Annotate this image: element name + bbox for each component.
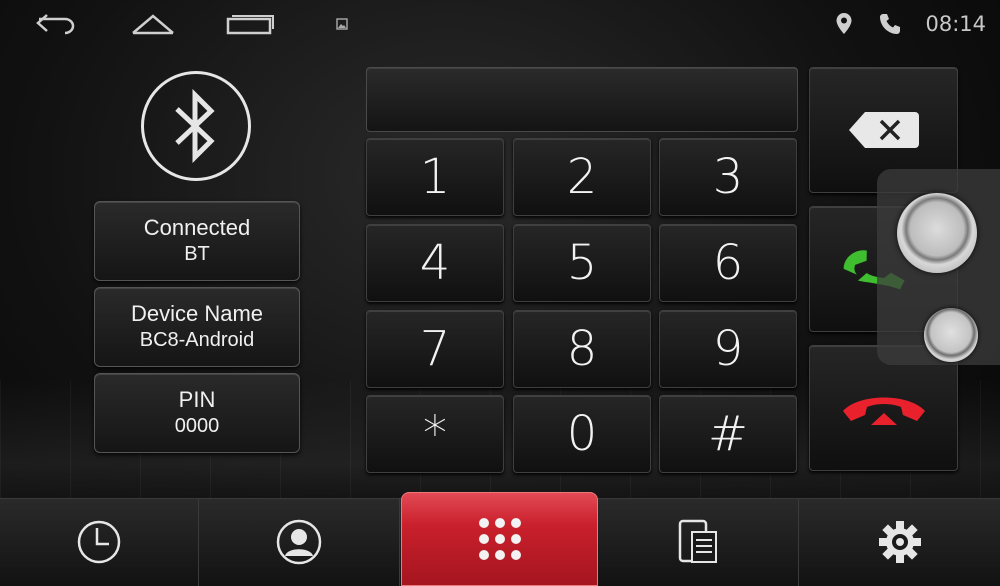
- call-history-icon: [77, 520, 121, 564]
- tab-messages[interactable]: [598, 498, 799, 586]
- device-name-box: Device Name BC8-Android: [94, 287, 300, 367]
- dialpad-icon: [478, 518, 521, 560]
- key-6[interactable]: 6: [659, 224, 797, 302]
- floating-assist-button[interactable]: [897, 193, 977, 273]
- backspace-icon: [848, 112, 919, 148]
- tab-contacts[interactable]: [199, 498, 400, 586]
- key-5[interactable]: 5: [513, 224, 651, 302]
- number-display: [366, 67, 798, 132]
- key-4[interactable]: 4: [366, 224, 504, 302]
- messages-icon: [678, 519, 717, 563]
- key-7[interactable]: 7: [366, 310, 504, 388]
- key-hash[interactable]: #: [659, 395, 797, 473]
- home-icon[interactable]: [128, 10, 178, 38]
- floating-handle-button[interactable]: [924, 308, 978, 362]
- bluetooth-icon: [141, 71, 251, 181]
- status-bar: 08:14: [0, 0, 1000, 48]
- contacts-icon: [276, 519, 322, 565]
- pin-box: PIN 0000: [94, 373, 300, 453]
- image-notification-icon: [335, 10, 349, 38]
- key-3[interactable]: 3: [659, 138, 797, 216]
- tab-dialpad[interactable]: [401, 492, 598, 586]
- key-9[interactable]: 9: [659, 310, 797, 388]
- connection-status-box: Connected BT: [94, 201, 300, 281]
- clock: 08:14: [925, 12, 986, 36]
- key-0[interactable]: 0: [513, 395, 651, 473]
- hangup-icon: [842, 397, 925, 425]
- key-1[interactable]: 1: [366, 138, 504, 216]
- connection-status-value: BT: [184, 243, 210, 265]
- key-8[interactable]: 8: [513, 310, 651, 388]
- device-name-label: Device Name: [130, 301, 264, 326]
- recent-apps-icon[interactable]: [224, 10, 276, 38]
- location-icon: [833, 10, 855, 38]
- device-name-value: BC8-Android: [139, 329, 255, 351]
- key-2[interactable]: 2: [513, 138, 651, 216]
- key-star[interactable]: *: [366, 395, 504, 473]
- pin-value: 0000: [174, 415, 220, 437]
- tab-call-history[interactable]: [0, 498, 199, 586]
- connection-status-label: Connected: [143, 215, 251, 240]
- settings-icon: [878, 521, 921, 563]
- phone-status-icon: [876, 10, 904, 38]
- pin-label: PIN: [178, 387, 216, 412]
- back-icon[interactable]: [30, 10, 80, 38]
- tab-settings[interactable]: [799, 498, 1000, 586]
